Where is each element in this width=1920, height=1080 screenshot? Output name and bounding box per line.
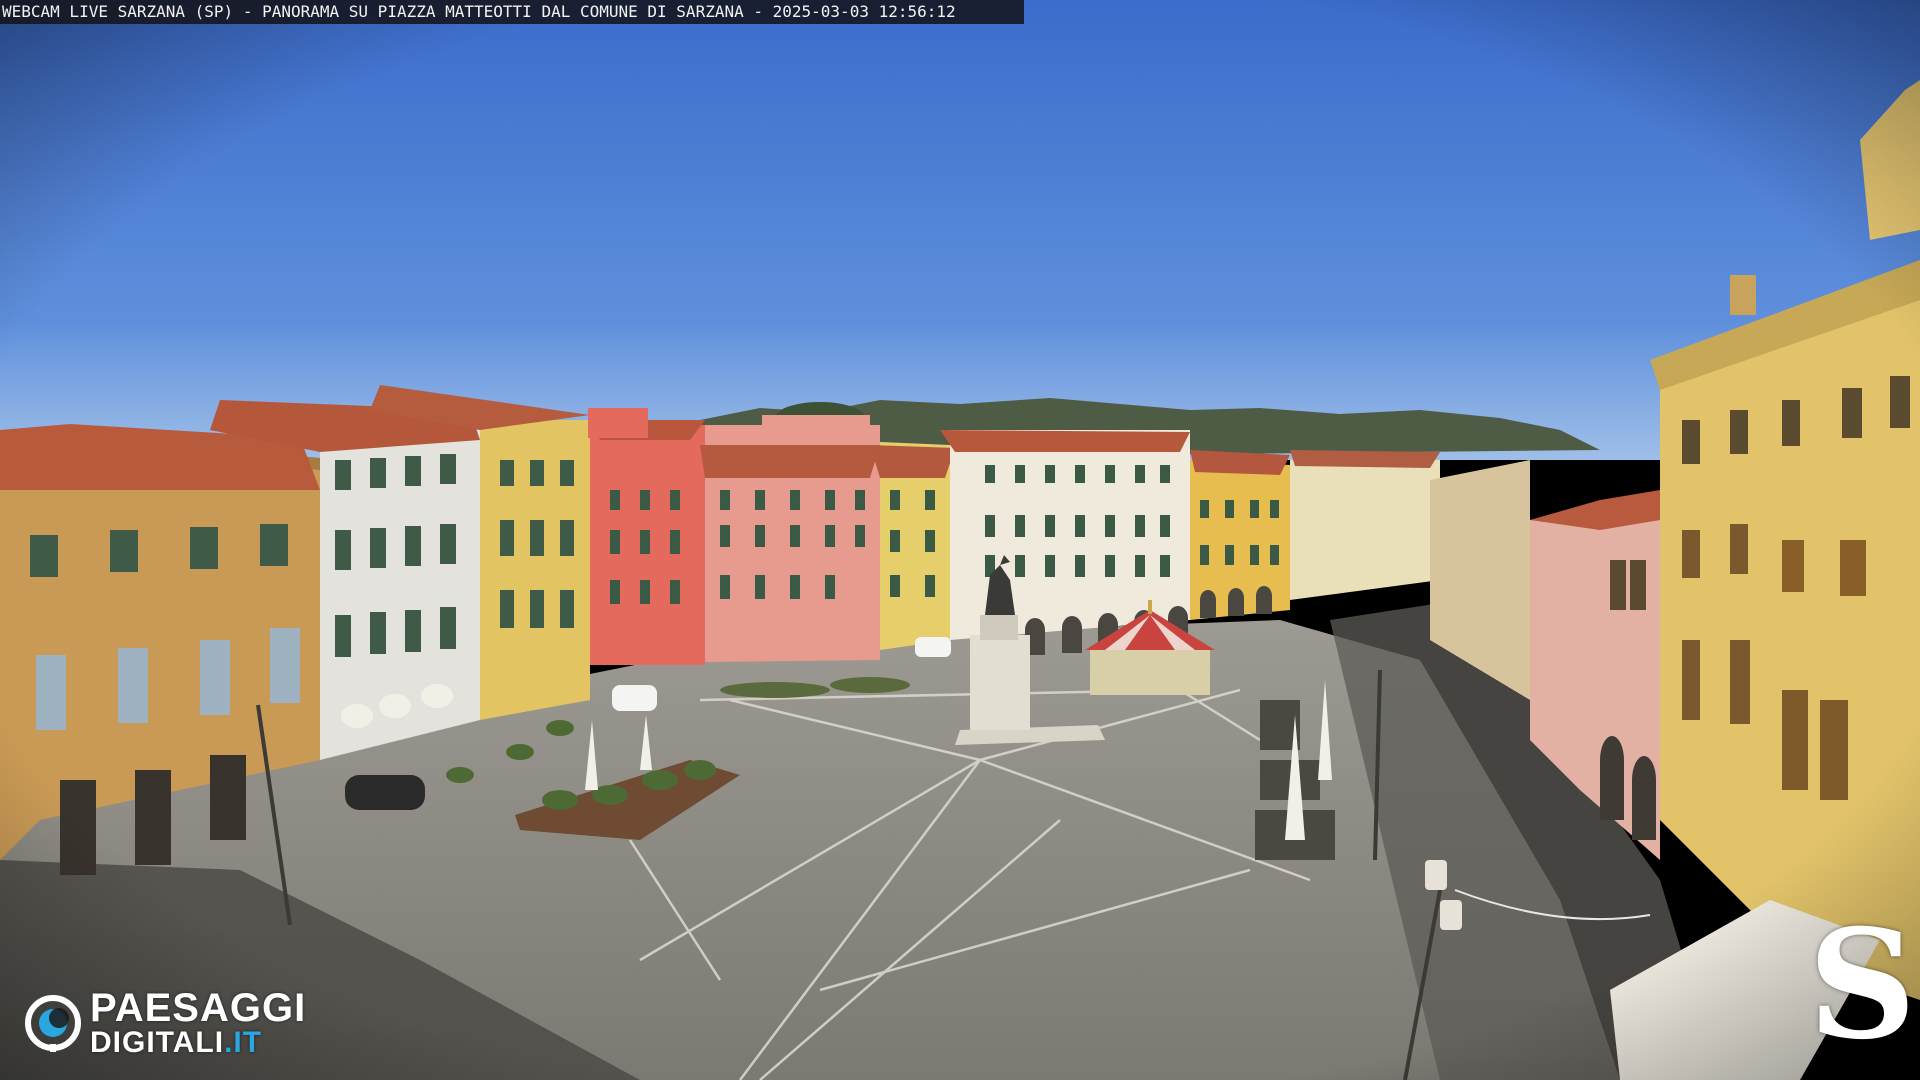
camera-eye-icon [25,995,81,1052]
webcam-caption: WEBCAM LIVE SARZANA (SP) - PANORAMA SU P… [0,0,1024,24]
sarzana-s-logo: S [1808,897,1917,1073]
logo-line2-main: DIGITALI [90,1026,225,1059]
logo-line2-suffix: .IT [224,1026,263,1059]
lens-vignette [0,0,1920,1080]
paesaggi-digitali-logo: PAESAGGI DIGITALI.IT [24,986,334,1060]
logo-line2: DIGITALI.IT [90,1026,262,1060]
webcam-scene [0,0,1920,1080]
logo-line1: PAESAGGI [90,986,307,1030]
